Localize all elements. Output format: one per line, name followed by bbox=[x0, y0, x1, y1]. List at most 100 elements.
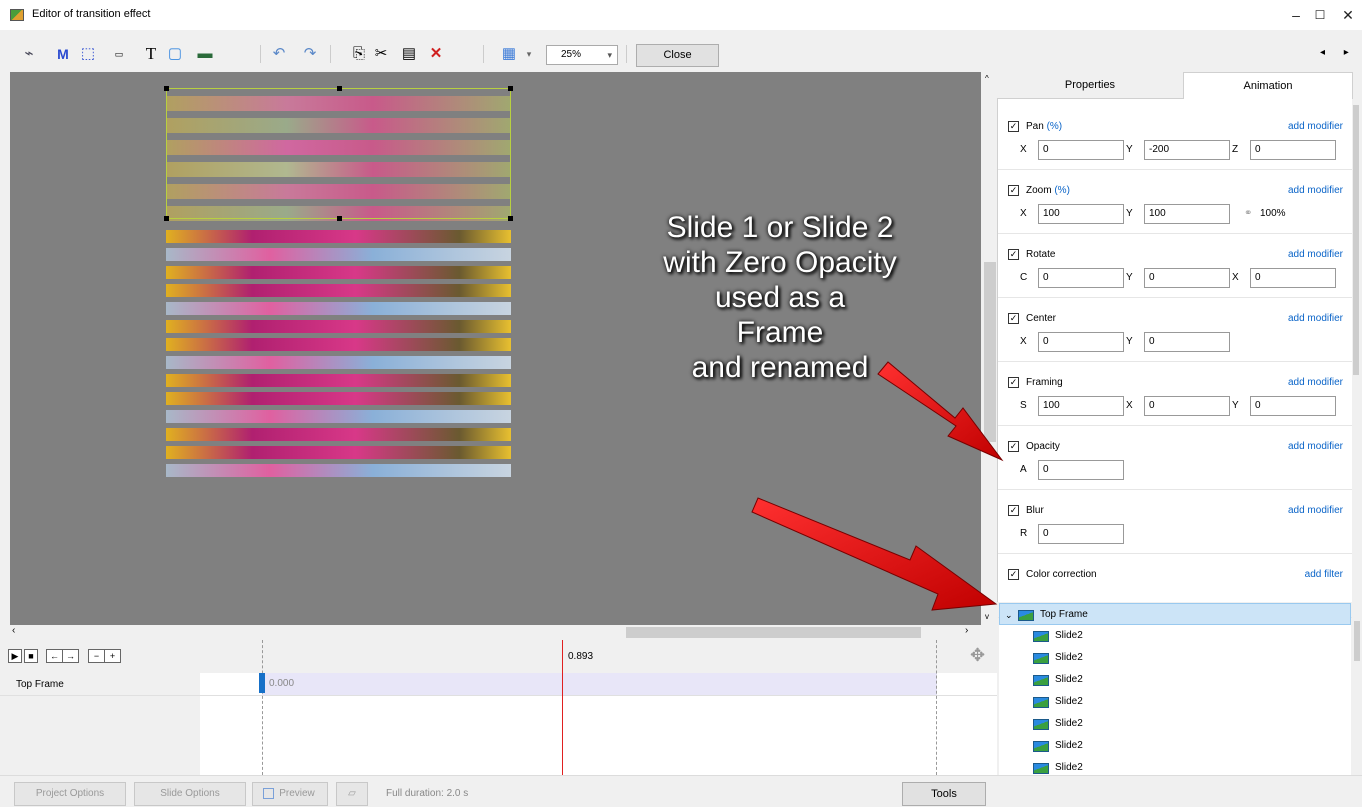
value-field[interactable]: 0 bbox=[1144, 268, 1230, 288]
add-modifier-link[interactable]: add modifier bbox=[1288, 185, 1343, 196]
copy-icon[interactable]: ⎘ bbox=[348, 41, 370, 67]
frame-icon[interactable]: ⬚ bbox=[77, 41, 99, 67]
grid-dropdown-icon[interactable]: ▾ bbox=[518, 41, 540, 67]
button-object-icon[interactable]: ▭ bbox=[108, 41, 130, 67]
value-field[interactable]: 100 bbox=[1038, 204, 1124, 224]
tree-item-slide[interactable]: Slide2 bbox=[999, 625, 1351, 647]
resize-handle[interactable] bbox=[164, 216, 169, 221]
slide-options-button[interactable]: Slide Options bbox=[134, 782, 246, 806]
frame-button[interactable]: ▱ bbox=[336, 782, 368, 806]
value-field[interactable]: 0 bbox=[1038, 268, 1124, 288]
remove-keyframe-button[interactable]: − bbox=[88, 649, 105, 663]
checkbox[interactable]: ✓ bbox=[1008, 185, 1019, 196]
value-field[interactable]: -200 bbox=[1144, 140, 1230, 160]
value-field[interactable]: 0 bbox=[1038, 332, 1124, 352]
tree-item-slide[interactable]: Slide2 bbox=[999, 647, 1351, 669]
value-field[interactable]: 0 bbox=[1250, 268, 1336, 288]
rectangle-icon[interactable]: ▢ bbox=[164, 41, 186, 67]
add-modifier-link[interactable]: add modifier bbox=[1288, 377, 1343, 388]
tree-item-slide[interactable]: Slide2 bbox=[999, 713, 1351, 735]
preview-button[interactable]: Preview bbox=[252, 782, 328, 806]
value-field[interactable]: 0 bbox=[1038, 524, 1124, 544]
add-keyframe-button[interactable]: + bbox=[104, 649, 121, 663]
value-field[interactable]: 0 bbox=[1038, 140, 1124, 160]
scroll-thumb[interactable] bbox=[626, 627, 921, 638]
resize-handle[interactable] bbox=[164, 86, 169, 91]
resize-handle[interactable] bbox=[508, 86, 513, 91]
tab-animation[interactable]: Animation bbox=[1183, 72, 1353, 99]
value-field[interactable]: 0 bbox=[1250, 396, 1336, 416]
grid-icon[interactable]: ▦ bbox=[498, 41, 520, 67]
scroll-thumb[interactable] bbox=[984, 262, 996, 442]
canvas-vertical-scrollbar[interactable]: ^ v bbox=[982, 72, 996, 625]
checkbox[interactable]: ✓ bbox=[1008, 441, 1019, 452]
tab-properties[interactable]: Properties bbox=[997, 72, 1183, 99]
tree-item-top-frame[interactable]: ⌄ Top Frame bbox=[999, 603, 1351, 625]
resize-handle[interactable] bbox=[337, 216, 342, 221]
tools-button[interactable]: Tools bbox=[902, 782, 986, 806]
resize-handle[interactable] bbox=[337, 86, 342, 91]
checkbox[interactable]: ✓ bbox=[1008, 121, 1019, 132]
track-bar[interactable] bbox=[262, 673, 937, 695]
chevron-down-icon[interactable]: ⌄ bbox=[1005, 604, 1013, 626]
close-button[interactable]: Close bbox=[636, 44, 719, 67]
resize-handle[interactable] bbox=[508, 216, 513, 221]
prev-keyframe-button[interactable]: ← bbox=[46, 649, 63, 663]
scroll-left-icon[interactable]: ‹ bbox=[12, 625, 15, 636]
checkbox[interactable]: ✓ bbox=[1008, 249, 1019, 260]
tree-scrollbar[interactable] bbox=[1352, 603, 1362, 775]
add-modifier-link[interactable]: add modifier bbox=[1288, 249, 1343, 260]
playhead[interactable] bbox=[562, 640, 563, 775]
tree-item-slide[interactable]: Slide2 bbox=[999, 669, 1351, 691]
value-field[interactable]: 100 bbox=[1144, 204, 1230, 224]
checkbox[interactable]: ✓ bbox=[1008, 505, 1019, 516]
stop-button[interactable]: ■ bbox=[24, 649, 38, 663]
value-field[interactable]: 100 bbox=[1038, 396, 1124, 416]
mask-icon[interactable]: M bbox=[52, 41, 74, 67]
toolbar-separator bbox=[626, 45, 627, 63]
scroll-down-icon[interactable]: v bbox=[985, 612, 989, 621]
text-icon[interactable]: T bbox=[140, 41, 162, 67]
tree-item-slide[interactable]: Slide2 bbox=[999, 735, 1351, 757]
scroll-right-icon[interactable]: › bbox=[965, 625, 968, 636]
zoom-select[interactable]: 25% ▾ bbox=[546, 45, 618, 65]
callout-line: with Zero Opacity bbox=[663, 246, 897, 279]
scroll-thumb[interactable] bbox=[1353, 105, 1359, 375]
link-icon[interactable]: ⚭ bbox=[1244, 208, 1252, 219]
redo-icon[interactable]: ↷ bbox=[299, 41, 321, 67]
paste-icon[interactable]: ▤ bbox=[398, 41, 420, 67]
add-modifier-link[interactable]: add modifier bbox=[1288, 121, 1343, 132]
next-keyframe-button[interactable]: → bbox=[62, 649, 79, 663]
camera-icon[interactable]: ⌁ bbox=[18, 41, 40, 67]
value-field[interactable]: 0 bbox=[1144, 396, 1230, 416]
tree-item-slide[interactable]: Slide2 bbox=[999, 691, 1351, 713]
status-bar: Project Options Slide Options Preview ▱ … bbox=[0, 775, 1362, 807]
scroll-thumb[interactable] bbox=[1354, 621, 1360, 661]
cut-icon[interactable]: ✂ bbox=[370, 41, 392, 67]
selection-box[interactable] bbox=[164, 86, 513, 221]
add-modifier-link[interactable]: add filter bbox=[1305, 569, 1343, 580]
keyframe[interactable] bbox=[259, 673, 265, 693]
add-modifier-link[interactable]: add modifier bbox=[1288, 441, 1343, 452]
close-window-button[interactable]: ✕ bbox=[1328, 4, 1362, 26]
checkbox[interactable]: ✓ bbox=[1008, 377, 1019, 388]
image-icon[interactable]: ▬ bbox=[194, 41, 216, 67]
play-button[interactable]: ▶ bbox=[8, 649, 22, 663]
value-field[interactable]: 0 bbox=[1038, 460, 1124, 480]
chevron-down-icon: ▾ bbox=[607, 50, 612, 60]
delete-icon[interactable]: ✕ bbox=[425, 41, 447, 67]
panel-scrollbar[interactable] bbox=[1352, 100, 1360, 595]
undo-icon[interactable]: ↶ bbox=[268, 41, 290, 67]
value-field[interactable]: 0 bbox=[1144, 332, 1230, 352]
canvas-horizontal-scrollbar[interactable]: ‹ › bbox=[10, 625, 981, 639]
checkbox[interactable]: ✓ bbox=[1008, 313, 1019, 324]
add-modifier-link[interactable]: add modifier bbox=[1288, 505, 1343, 516]
checkbox[interactable]: ✓ bbox=[1008, 569, 1019, 580]
track-label[interactable]: Top Frame bbox=[16, 679, 64, 690]
project-options-button[interactable]: Project Options bbox=[14, 782, 126, 806]
value-field[interactable]: 0 bbox=[1250, 140, 1336, 160]
add-modifier-link[interactable]: add modifier bbox=[1288, 313, 1343, 324]
scroll-up-icon[interactable]: ^ bbox=[985, 74, 989, 83]
nav-arrows[interactable]: ◂ ▸ bbox=[1320, 47, 1357, 58]
move-icon[interactable]: ✥ bbox=[970, 645, 985, 666]
